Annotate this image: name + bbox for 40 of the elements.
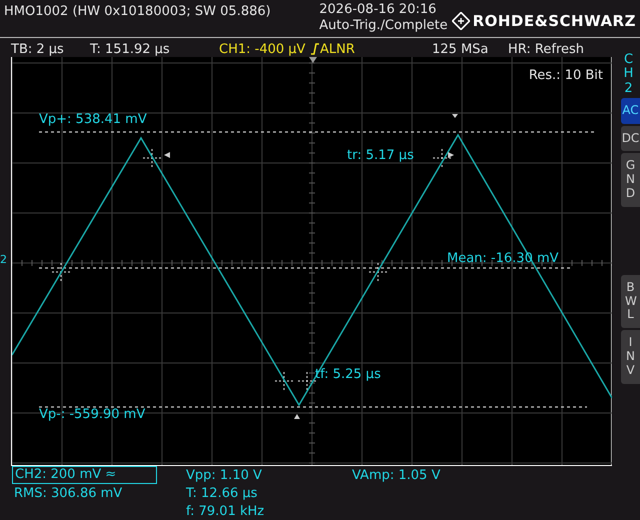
marker-icon <box>448 152 454 158</box>
logo-icon <box>452 12 470 30</box>
channel-label: CH2 <box>622 53 634 96</box>
coupling-button[interactable]: AC <box>621 98 640 124</box>
coupling-button[interactable]: BWL <box>621 274 640 328</box>
timestamp: 2026-08-16 20:16 <box>319 2 438 18</box>
cursor-cross-icon <box>142 148 162 168</box>
device-info: HMO1002 (HW 0x10180003; SW 05.886) <box>3 3 271 21</box>
marker-icon <box>164 152 170 158</box>
rising-edge-icon <box>310 43 320 55</box>
cursor-cross-icon <box>298 372 316 390</box>
channel-scale: CH2: 200 mV ≈ <box>12 466 157 484</box>
cursor-cross-icon <box>52 262 70 282</box>
coupling-button[interactable]: DC <box>621 126 640 152</box>
resolution-label: Res.: 10 Bit <box>528 69 603 82</box>
period-value: T: 12.66 µs <box>186 485 258 503</box>
vpp-value: Vpp: 1.10 V <box>186 467 262 485</box>
cursor-cross-icon <box>368 262 388 282</box>
cursor-cross-icon <box>274 372 294 390</box>
trigger-position-icon <box>309 57 317 63</box>
trigger-status: Auto-Trig./Complete <box>319 18 448 34</box>
frequency-value: f: 79.01 kHz <box>186 503 264 520</box>
measurement-label: tr: 5.17 µs <box>347 149 414 162</box>
coupling-button[interactable]: INV <box>621 330 640 384</box>
amplitude-value: VAmp: 1.05 V <box>352 467 440 485</box>
marker-icon <box>452 114 458 118</box>
marker-icon <box>294 414 300 419</box>
trigger-time: T: 151.92 µs <box>90 41 170 59</box>
trigger-mode: ALNR <box>320 41 355 59</box>
trigger-level: CH1: -400 µV <box>219 41 306 59</box>
measurement-label: Vp+: 538.41 mV <box>39 113 147 126</box>
measurement-label: Vp-: -559.90 mV <box>39 408 146 421</box>
coupling-button[interactable]: GND <box>621 153 640 207</box>
cursor-cross-icon <box>432 148 452 168</box>
brand-name: ROHDE&SCHWARZ <box>472 11 636 32</box>
timebase: TB: 2 µs <box>11 41 64 59</box>
rms-value: RMS: 306.86 mV <box>14 485 122 503</box>
channel-marker: 2 <box>0 254 7 265</box>
acquisition-mode: HR: Refresh <box>508 41 584 59</box>
sample-rate: 125 MSa <box>432 41 488 59</box>
